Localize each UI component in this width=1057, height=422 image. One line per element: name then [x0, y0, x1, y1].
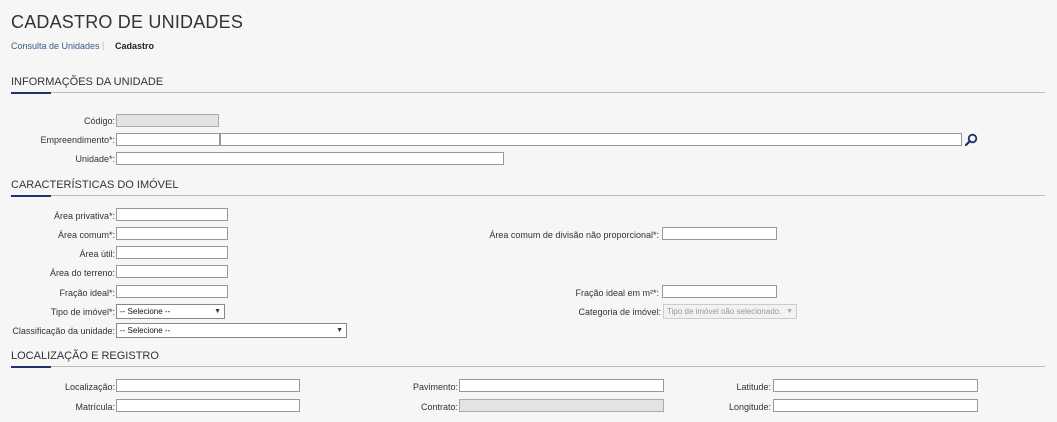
fracao-ideal-field[interactable] — [116, 285, 228, 298]
area-util-label: Área útil: — [79, 249, 115, 259]
area-util-field[interactable] — [116, 246, 228, 259]
empreendimento-name-field[interactable] — [220, 133, 962, 146]
section-title-info: INFORMAÇÕES DA UNIDADE — [11, 76, 164, 88]
chevron-down-icon: ▼ — [336, 327, 343, 334]
tipo-imovel-label: Tipo de imóvel*: — [50, 307, 115, 317]
page-title: CADASTRO DE UNIDADES — [11, 12, 244, 32]
longitude-field[interactable] — [773, 399, 978, 412]
breadcrumb-separator: | — [102, 40, 105, 50]
section-accent — [11, 195, 51, 197]
classificacao-label: Classificação da unidade: — [12, 326, 115, 336]
classificacao-select[interactable]: -- Selecione -- ▼ — [116, 323, 347, 338]
area-terreno-label: Área do terreno: — [49, 268, 115, 278]
section-accent — [11, 366, 51, 368]
area-terreno-field[interactable] — [116, 265, 228, 278]
section-divider — [11, 92, 1045, 93]
area-comum-label: Área comum*: — [57, 230, 115, 240]
codigo-label: Código: — [83, 116, 115, 126]
unidade-field[interactable] — [116, 152, 504, 165]
latitude-label: Latitude: — [736, 382, 771, 392]
fracao-m2-field[interactable] — [662, 285, 777, 298]
unidade-label: Unidade*: — [75, 154, 115, 164]
contrato-field — [459, 399, 664, 412]
codigo-field — [116, 114, 219, 127]
matricula-field[interactable] — [116, 399, 300, 412]
breadcrumb-current: Cadastro — [115, 41, 155, 51]
localizacao-label: Localização: — [64, 382, 115, 392]
fracao-ideal-label: Fração ideal*: — [59, 288, 115, 298]
localizacao-field[interactable] — [116, 379, 300, 392]
pavimento-label: Pavimento: — [412, 382, 458, 392]
empreendimento-label: Empreendimento*: — [40, 135, 115, 145]
area-comum-np-label: Área comum de divisão não proporcional*: — [489, 230, 659, 240]
categoria-label: Categoria de imóvel: — [578, 307, 661, 317]
pavimento-field[interactable] — [459, 379, 664, 392]
longitude-label: Longitude: — [728, 402, 771, 412]
breadcrumb-consulta-link[interactable]: Consulta de Unidades — [11, 41, 100, 51]
section-divider — [11, 366, 1045, 367]
area-privativa-field[interactable] — [116, 208, 228, 221]
fracao-m2-label: Fração ideal em m²*: — [575, 288, 659, 298]
area-comum-np-field[interactable] — [662, 227, 777, 240]
chevron-down-icon: ▼ — [786, 308, 793, 315]
tipo-imovel-select[interactable]: -- Selecione -- ▼ — [116, 304, 225, 319]
section-title-caracteristicas: CARACTERÍSTICAS DO IMÓVEL — [11, 179, 179, 191]
section-title-localizacao: LOCALIZAÇÃO E REGISTRO — [11, 350, 159, 362]
area-privativa-label: Área privativa*: — [53, 211, 115, 221]
latitude-field[interactable] — [773, 379, 978, 392]
section-divider — [11, 195, 1045, 196]
contrato-label: Contrato: — [420, 402, 458, 412]
chevron-down-icon: ▼ — [214, 308, 221, 315]
classificacao-value: -- Selecione -- — [120, 326, 171, 335]
tipo-imovel-value: -- Selecione -- — [120, 307, 171, 316]
empreendimento-code-field[interactable] — [116, 133, 220, 146]
categoria-value: Tipo de imóvel não selecionado. — [667, 307, 782, 316]
section-accent — [11, 92, 51, 94]
area-comum-field[interactable] — [116, 227, 228, 240]
search-icon[interactable] — [964, 133, 978, 147]
matricula-label: Matrícula: — [75, 402, 115, 412]
categoria-select: Tipo de imóvel não selecionado. ▼ — [663, 304, 797, 319]
